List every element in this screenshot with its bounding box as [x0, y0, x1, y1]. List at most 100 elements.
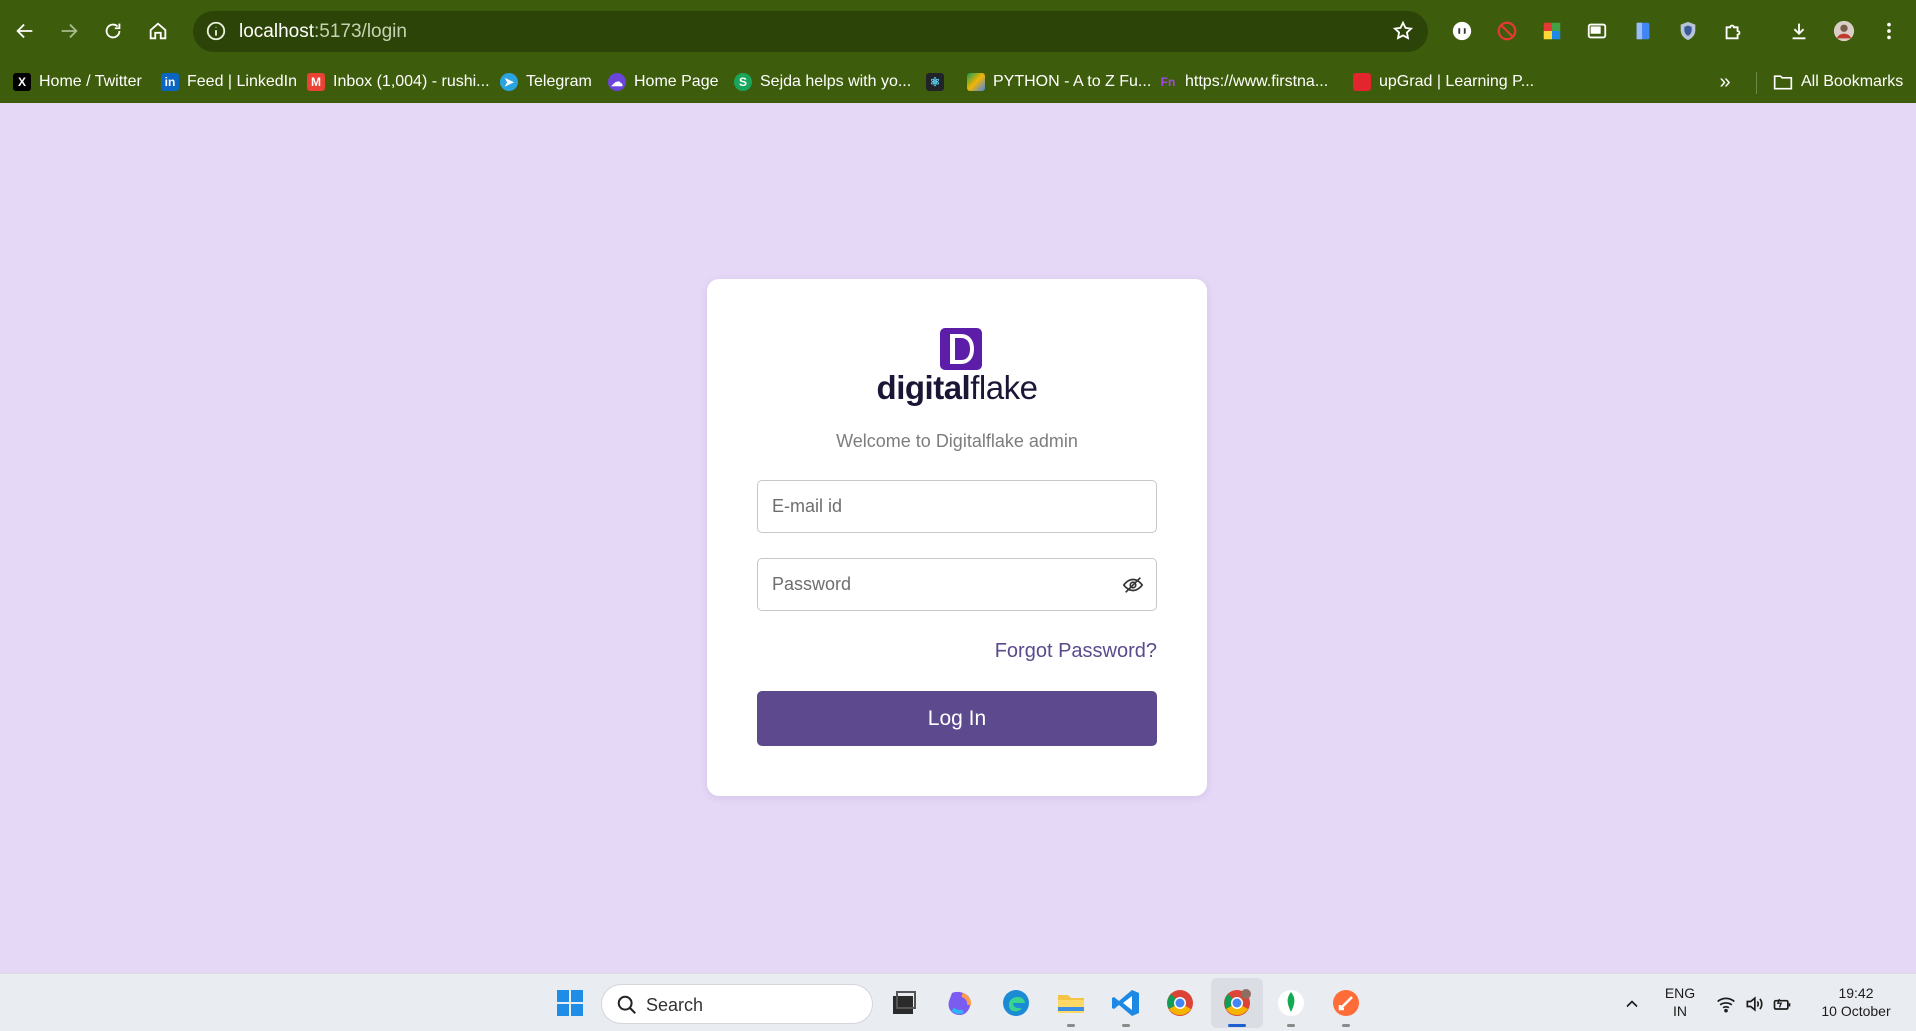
windows-taskbar: Search ENG IN 19:42 10 October [0, 973, 1916, 1031]
bookmark-label: Inbox (1,004) - rushi... [333, 73, 490, 90]
bookmark-gmail[interactable]: M Inbox (1,004) - rushi... [307, 70, 490, 94]
bookmark-twitter[interactable]: X Home / Twitter [13, 70, 142, 94]
downloads-button[interactable] [1786, 18, 1812, 44]
bookmark-react[interactable]: ⚛ [926, 70, 944, 94]
clock[interactable]: 19:42 10 October [1808, 984, 1904, 1020]
copilot-button[interactable] [943, 986, 977, 1020]
folder-icon [1058, 995, 1084, 1013]
upgrad-icon [1353, 73, 1371, 91]
adblock-extension-button[interactable] [1494, 18, 1520, 44]
extension-circle-icon [1452, 21, 1472, 41]
document-icon [1636, 22, 1650, 40]
chevron-up-icon[interactable] [1622, 994, 1642, 1014]
folder-icon [1773, 75, 1793, 90]
mongodb-button[interactable] [1274, 986, 1308, 1020]
welcome-text: Welcome to Digitalflake admin [836, 431, 1078, 451]
extensions-menu-button[interactable] [1720, 18, 1746, 44]
bookmark-label: Home / Twitter [39, 73, 142, 90]
grid-color-icon [1543, 22, 1561, 40]
shield-extension-button[interactable] [1675, 18, 1701, 44]
chrome-button[interactable] [1163, 986, 1197, 1020]
picture-in-picture-button[interactable] [1584, 18, 1610, 44]
reload-icon [105, 23, 121, 39]
cloud-icon: ☁ [608, 73, 626, 91]
edge-icon [1003, 990, 1029, 1016]
browser-chrome: localhost:5173/login X Home / Twitter in… [0, 0, 1916, 103]
reload-button[interactable] [96, 14, 130, 48]
react-icon: ⚛ [926, 73, 944, 91]
task-view-icon [893, 991, 916, 1014]
arrow-right-icon [61, 23, 78, 39]
language-indicator[interactable]: ENG IN [1662, 984, 1698, 1020]
bookmark-label: upGrad | Learning P... [1379, 73, 1535, 90]
extension-1-button[interactable] [1449, 18, 1475, 44]
chrome-profile-button[interactable] [1220, 986, 1254, 1020]
bookmark-star-icon[interactable] [1392, 20, 1414, 42]
site-info-icon[interactable] [205, 20, 227, 42]
back-button[interactable] [8, 14, 42, 48]
search-icon [617, 995, 636, 1014]
puzzle-icon [1725, 24, 1741, 40]
login-card: digitalflake Welcome to Digitalflake adm… [707, 279, 1207, 796]
x-twitter-icon: X [13, 73, 31, 91]
forgot-password-link[interactable]: Forgot Password? [995, 640, 1157, 663]
bookmark-python[interactable]: PYTHON - A to Z Fu... [967, 70, 1151, 94]
all-bookmarks-label: All Bookmarks [1801, 73, 1904, 90]
block-icon [1497, 21, 1517, 41]
vscode-icon [1112, 990, 1139, 1016]
colorful-extension-button[interactable] [1539, 18, 1565, 44]
bookmarks-divider [1756, 72, 1757, 94]
volume-icon[interactable] [1744, 994, 1764, 1014]
active-app-indicator [1228, 1024, 1246, 1027]
mongodb-leaf-icon [1278, 990, 1304, 1016]
bookmark-upgrad[interactable]: upGrad | Learning P... [1353, 70, 1534, 94]
digitalflake-logo-icon [940, 328, 982, 370]
download-icon [1792, 23, 1806, 40]
running-indicator [1122, 1024, 1130, 1027]
bookmark-label: Home Page [634, 73, 719, 90]
forward-button[interactable] [52, 14, 86, 48]
bookmark-sejda[interactable]: S Sejda helps with yo... [734, 70, 911, 94]
address-bar[interactable]: localhost:5173/login [193, 11, 1428, 52]
sejda-icon: S [734, 73, 752, 91]
firstnaukri-icon: Fn [1160, 75, 1176, 89]
taskbar-search[interactable]: Search [601, 984, 873, 1024]
vscode-button[interactable] [1109, 986, 1143, 1020]
windows-start-button[interactable] [553, 986, 587, 1020]
clock-date: 10 October [1821, 1003, 1891, 1019]
brand-logotype: digitalflake [876, 369, 1038, 406]
clock-time: 19:42 [1838, 985, 1874, 1001]
bookmark-linkedin[interactable]: in Feed | LinkedIn [161, 70, 297, 94]
more-bookmarks-chevron-icon[interactable]: » [1712, 70, 1738, 94]
email-input[interactable] [758, 481, 1156, 532]
password-input[interactable] [758, 559, 1156, 610]
password-field[interactable] [757, 558, 1157, 611]
email-field[interactable] [757, 480, 1157, 533]
edge-button[interactable] [999, 986, 1033, 1020]
windows-logo-icon [557, 990, 583, 1016]
avatar-icon [1833, 20, 1855, 42]
login-button[interactable]: Log In [757, 691, 1157, 746]
home-button[interactable] [141, 14, 175, 48]
browser-menu-button[interactable] [1876, 18, 1902, 44]
arrow-left-icon [16, 23, 33, 39]
postman-icon [1333, 990, 1359, 1016]
task-view-button[interactable] [887, 986, 921, 1020]
running-indicator [1067, 1024, 1075, 1027]
bookmark-home-page[interactable]: ☁ Home Page [608, 70, 719, 94]
running-indicator [1287, 1024, 1295, 1027]
bookmark-firstnaukri[interactable]: Fn https://www.firstna... [1159, 70, 1329, 94]
all-bookmarks-button[interactable]: All Bookmarks [1773, 70, 1903, 94]
postman-button[interactable] [1329, 986, 1363, 1020]
bookmark-telegram[interactable]: ➤ Telegram [500, 70, 592, 94]
eye-slash-icon[interactable] [1122, 574, 1144, 596]
profile-avatar[interactable] [1831, 18, 1857, 44]
wifi-icon[interactable] [1716, 994, 1736, 1014]
running-indicator [1342, 1024, 1350, 1027]
browser-toolbar: localhost:5173/login [0, 0, 1916, 62]
file-explorer-button[interactable] [1054, 986, 1088, 1020]
bookmark-label: PYTHON - A to Z Fu... [993, 73, 1152, 90]
docs-extension-button[interactable] [1630, 18, 1656, 44]
battery-icon[interactable] [1772, 994, 1792, 1014]
pip-icon [1587, 23, 1607, 39]
